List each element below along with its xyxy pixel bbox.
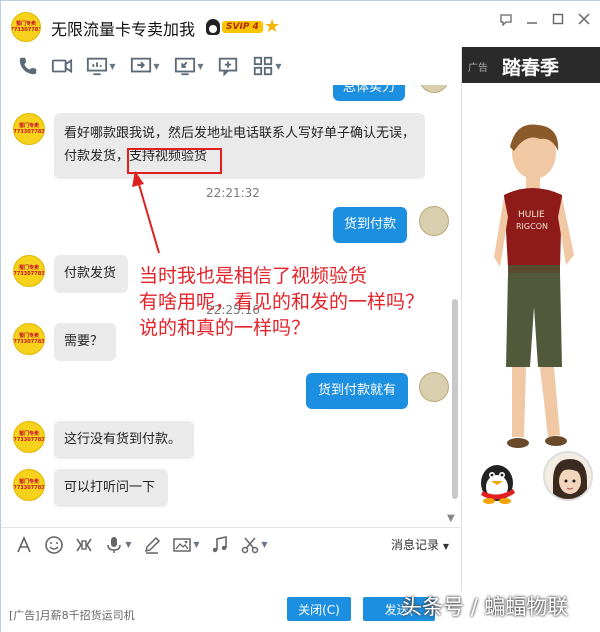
watermark: 头条号 / 蝙蝠物联	[401, 595, 569, 619]
font-icon[interactable]	[9, 531, 39, 559]
qq-penguin-icon[interactable]	[471, 453, 523, 505]
annotation-line: 有啥用呢，看见的和发的一样吗？	[139, 291, 425, 313]
microphone-icon[interactable]: ▼	[99, 531, 137, 559]
scroll-thumb[interactable]	[452, 299, 458, 499]
magic-expression-icon[interactable]	[69, 531, 99, 559]
ad-title: 踏春季	[502, 57, 560, 79]
scissors-icon[interactable]: ▼	[235, 531, 273, 559]
ad-panel[interactable]: 广告 踏春季 HULIE RIGCON	[461, 47, 600, 591]
svg-text:RIGCON: RIGCON	[516, 222, 548, 231]
pen-icon[interactable]	[137, 531, 167, 559]
image-icon[interactable]: ▼	[167, 531, 205, 559]
ad-tag: 广告	[468, 63, 488, 74]
bottom-bar: [广告]月薪8千招货运司机 关闭(C) 发送( 头条号 / 蝙蝠物联	[1, 591, 600, 632]
message-input[interactable]	[1, 561, 461, 591]
chat-window: 蜀门专卖 773307783 无限流量卡专卖加我 SVIP 4 ★ ▼ ▼ ▼ …	[0, 0, 600, 632]
chevron-down-icon: ▼	[193, 540, 200, 549]
close-button[interactable]: 关闭(C)	[287, 597, 351, 621]
chevron-down-icon: ▼	[442, 542, 449, 551]
scroll-down-icon[interactable]: ▼	[447, 513, 455, 524]
ad-header: 广告 踏春季	[462, 47, 600, 83]
ad-link[interactable]: [广告]月薪8千招货运司机	[9, 607, 135, 623]
chevron-down-icon: ▼	[261, 540, 268, 549]
annotation-line: 说的和真的一样吗？	[139, 317, 311, 339]
message-history-label: 消息记录	[391, 538, 440, 552]
chevron-down-icon: ▼	[125, 540, 132, 549]
annotation-text: 当时我也是相信了视频验货 有啥用呢，看见的和发的一样吗？ 说的和真的一样吗？	[139, 263, 459, 341]
emoji-icon[interactable]	[39, 531, 69, 559]
music-icon[interactable]	[205, 531, 235, 559]
message-history-button[interactable]: 消息记录 ▼	[391, 536, 449, 553]
annotation-line: 当时我也是相信了视频验货	[139, 265, 368, 287]
profile-avatar[interactable]	[543, 451, 593, 501]
svg-text:HULIE: HULIE	[518, 210, 545, 220]
scrollbar[interactable]	[451, 85, 459, 525]
character-illustration: HULIE RIGCON	[494, 124, 574, 448]
